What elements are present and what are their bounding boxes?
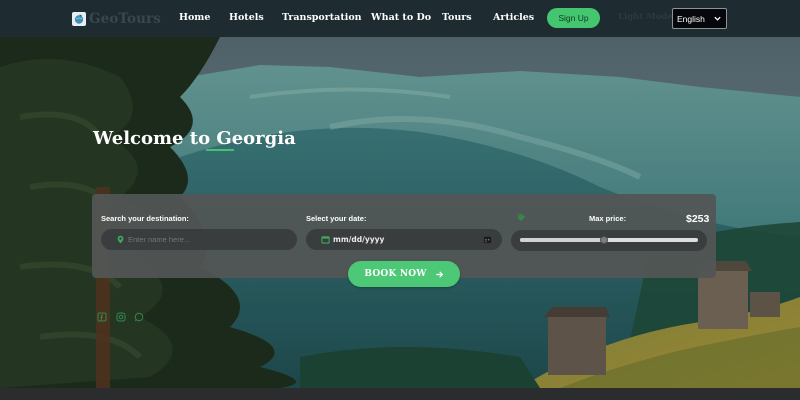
date-value: mm/dd/yyyy: [333, 235, 385, 244]
instagram-icon[interactable]: [116, 312, 126, 322]
nav-hotels[interactable]: Hotels: [229, 12, 264, 23]
language-select[interactable]: English: [672, 8, 727, 29]
brand-link[interactable]: GeoTours: [72, 10, 161, 28]
title-underline: [206, 149, 234, 151]
facebook-icon[interactable]: [97, 312, 107, 322]
nav-transportation[interactable]: Transportation: [282, 12, 362, 23]
light-mode-toggle[interactable]: Light Mode: [618, 12, 673, 22]
globe-plane-icon: [72, 12, 86, 26]
book-now-button[interactable]: BOOK NOW: [348, 261, 460, 287]
arrow-right-icon: [435, 270, 443, 278]
calendar-picker-icon[interactable]: [483, 235, 492, 244]
slider-fill: [520, 238, 604, 242]
navbar: GeoTours Home Hotels Transportation What…: [0, 0, 800, 37]
price-label: Max price:: [589, 214, 627, 223]
price-slider[interactable]: [511, 230, 707, 251]
hero-title: Welcome to Georgia: [93, 128, 296, 149]
book-now-label: BOOK NOW: [364, 269, 427, 279]
date-label: Select your date:: [306, 214, 367, 223]
nav-articles[interactable]: Articles: [493, 12, 534, 23]
whatsapp-icon[interactable]: [134, 312, 144, 322]
slider-track[interactable]: [520, 236, 698, 244]
nav-tours[interactable]: Tours: [442, 12, 472, 23]
language-selected: English: [677, 13, 705, 24]
destination-field[interactable]: [101, 229, 297, 250]
destination-label: Search your destination:: [101, 214, 189, 223]
nav-home[interactable]: Home: [179, 12, 210, 23]
signup-button[interactable]: Sign Up: [547, 8, 600, 28]
calendar-icon: [321, 236, 330, 244]
brand-name: GeoTours: [89, 11, 161, 27]
chevron-down-icon: [714, 16, 721, 21]
destination-input[interactable]: [128, 235, 228, 244]
location-pin-icon: [117, 235, 124, 244]
price-value: $253: [686, 213, 710, 225]
nav-what-to-do[interactable]: What to Do: [371, 12, 431, 23]
slider-thumb[interactable]: [599, 236, 608, 244]
date-field[interactable]: mm/dd/yyyy: [306, 229, 502, 250]
page-bottom-strip: [0, 388, 800, 400]
hero-section: Welcome to Georgia Search your destinati…: [0, 37, 800, 388]
price-tag-icon: [517, 213, 526, 222]
